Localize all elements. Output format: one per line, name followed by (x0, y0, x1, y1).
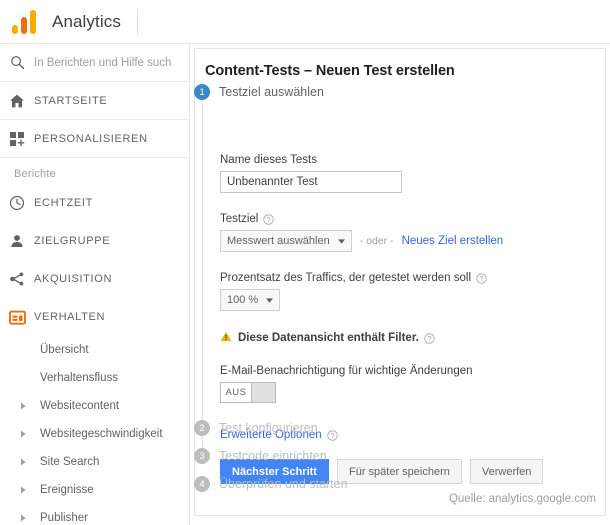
sidebar-subitem-site-search[interactable]: Site Search (0, 448, 189, 476)
traffic-field-label: Prozentsatz des Traffics, der getestet w… (220, 272, 471, 284)
share-nodes-icon (0, 271, 34, 287)
sidebar-subitem-label: Websitegeschwindigkeit (40, 428, 163, 440)
step-badge: 2 (194, 420, 210, 436)
sidebar-item-startseite[interactable]: STARTSEITE (0, 82, 189, 120)
clock-icon (0, 195, 34, 211)
main-content-area: Content-Tests – Neuen Test erstellen 1 T… (190, 44, 610, 525)
traffic-select-value: 100 % (227, 294, 259, 306)
step-title: Test konfigurieren (219, 421, 318, 435)
page-title: Content-Tests – Neuen Test erstellen (205, 63, 455, 79)
goal-metric-select[interactable]: Messwert auswählen (220, 230, 352, 252)
sidebar-subitem-verhaltensfluss[interactable]: Verhaltensfluss (0, 364, 189, 392)
goal-field-label-row: Testziel ? (220, 213, 590, 225)
goal-select-row: Messwert auswählen - oder - Neues Ziel e… (220, 230, 590, 252)
sidebar-search-row[interactable] (0, 44, 189, 82)
sidebar-item-verhalten[interactable]: VERHALTEN (0, 298, 189, 336)
sidebar-subitem-label: Site Search (40, 456, 100, 468)
step-2[interactable]: 2 Test konfigurieren (194, 420, 318, 436)
step-badge: 4 (194, 476, 210, 492)
filter-warning-row: Diese Datenansicht enthält Filter. ? (220, 329, 590, 347)
traffic-percentage-select[interactable]: 100 % (220, 289, 281, 311)
save-for-later-button[interactable]: Für später speichern (336, 459, 462, 484)
sidebar-subitem-websitegeschwindigkeit[interactable]: Websitegeschwindigkeit (0, 420, 189, 448)
step-connector-line (202, 100, 203, 456)
brand-title: Analytics (52, 11, 121, 31)
left-sidebar: STARTSEITE PERSONALISIEREN Berichte (0, 44, 190, 525)
chevron-right-icon (20, 486, 36, 494)
test-name-input[interactable] (220, 171, 402, 193)
svg-text:?: ? (330, 433, 334, 440)
sidebar-item-label: PERSONALISIEREN (34, 132, 148, 145)
or-separator-text: - oder - (359, 235, 394, 247)
email-notification-label: E-Mail-Benachrichtigung für wichtige Änd… (220, 365, 473, 377)
sidebar-subitem-ereignisse[interactable]: Ereignisse (0, 476, 189, 504)
analytics-app-window: Analytics STARTSEITE (0, 0, 610, 525)
name-field-label: Name dieses Tests (220, 154, 317, 166)
warning-triangle-icon (220, 329, 232, 347)
step-4[interactable]: 4 Überprüfen und starten (194, 476, 348, 492)
help-circle-icon[interactable]: ? (424, 332, 435, 344)
goal-select-value: Messwert auswählen (227, 235, 330, 247)
sidebar-item-label: ECHTZEIT (34, 197, 93, 209)
goal-field-label: Testziel (220, 213, 259, 225)
sidebar-subitem-label: Websitecontent (40, 400, 120, 412)
source-attribution: Quelle: analytics.google.com (448, 493, 596, 505)
chevron-right-icon (20, 430, 36, 438)
step-badge: 3 (194, 448, 210, 464)
sidebar-subitem-label: Verhaltensfluss (40, 372, 118, 384)
toggle-state-label: AUS (225, 387, 247, 398)
sidebar-item-akquisition[interactable]: AKQUISITION (0, 260, 189, 298)
help-circle-icon[interactable]: ? (476, 272, 487, 284)
sidebar-subitem-label: Übersicht (40, 344, 89, 356)
svg-text:?: ? (427, 336, 431, 343)
sidebar-item-label: VERHALTEN (34, 311, 106, 323)
chevron-down-icon (337, 235, 345, 247)
sidebar-item-label: AKQUISITION (34, 273, 113, 285)
search-icon (0, 55, 34, 70)
sidebar-subitem-label: Publisher (40, 512, 88, 524)
step-title: Überprüfen und starten (219, 477, 348, 491)
search-input[interactable] (34, 56, 174, 69)
discard-button[interactable]: Verwerfen (469, 459, 544, 484)
email-notification-toggle[interactable]: AUS (220, 382, 276, 403)
behavior-icon (0, 310, 34, 325)
step-1[interactable]: 1 Testziel auswählen (194, 84, 324, 100)
sidebar-subitem-websitecontent[interactable]: Websitecontent (0, 392, 189, 420)
sidebar-item-label: ZIELGRUPPE (34, 235, 111, 247)
chevron-right-icon (20, 402, 36, 410)
person-icon (0, 233, 34, 249)
traffic-field-label-row: Prozentsatz des Traffics, der getestet w… (220, 272, 590, 284)
sidebar-subitem-label: Ereignisse (40, 484, 94, 496)
step-title: Testcode einrichten (219, 449, 327, 463)
customize-grid-icon (0, 131, 34, 147)
sidebar-item-zielgruppe[interactable]: ZIELGRUPPE (0, 222, 189, 260)
google-analytics-logo-icon (12, 9, 36, 34)
sidebar-item-personalisieren[interactable]: PERSONALISIEREN (0, 120, 189, 158)
sidebar-item-echtzeit[interactable]: ECHTZEIT (0, 184, 189, 222)
brand-divider (136, 8, 138, 35)
step-badge: 1 (194, 84, 210, 100)
chevron-right-icon (20, 458, 36, 466)
svg-text:?: ? (267, 217, 271, 224)
sidebar-item-label: STARTSEITE (34, 94, 108, 107)
sidebar-subitem-uebersicht[interactable]: Übersicht (0, 336, 189, 364)
home-icon (0, 93, 34, 109)
filter-warning-text: Diese Datenansicht enthält Filter. (238, 332, 419, 344)
help-circle-icon[interactable]: ? (263, 213, 275, 225)
top-brand-bar: Analytics (0, 0, 610, 44)
sidebar-subitem-publisher[interactable]: Publisher (0, 504, 189, 525)
chevron-right-icon (20, 514, 36, 522)
svg-text:?: ? (480, 276, 484, 283)
help-circle-icon[interactable]: ? (326, 429, 338, 441)
sidebar-section-label: Berichte (14, 168, 56, 180)
toggle-knob[interactable] (251, 383, 275, 402)
step-3[interactable]: 3 Testcode einrichten (194, 448, 327, 464)
chevron-down-icon (266, 294, 274, 306)
step-title: Testziel auswählen (219, 85, 324, 99)
create-new-goal-link[interactable]: Neues Ziel erstellen (402, 235, 504, 247)
